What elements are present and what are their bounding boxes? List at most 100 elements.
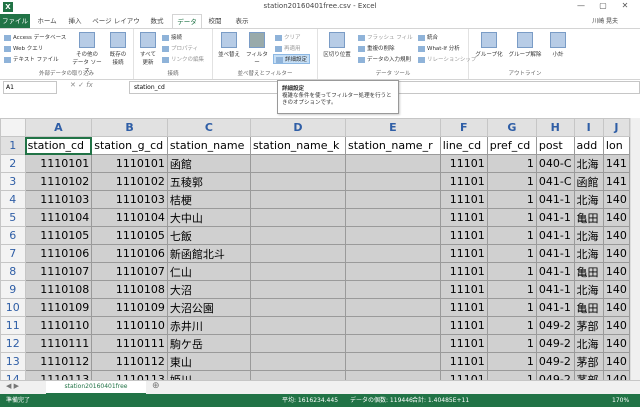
cell[interactable]: 041-C: [535, 172, 575, 191]
cell[interactable]: 140: [602, 370, 630, 380]
cell[interactable]: 040-C: [535, 154, 575, 173]
cell[interactable]: add: [573, 136, 604, 155]
cell[interactable]: [249, 316, 347, 335]
cell[interactable]: [345, 172, 441, 191]
cell[interactable]: 11101: [439, 208, 488, 227]
cell[interactable]: 1110113: [24, 370, 93, 380]
cell[interactable]: [249, 370, 347, 380]
group-button[interactable]: グループ化: [474, 32, 504, 58]
cell[interactable]: 大中山: [166, 208, 251, 227]
cell[interactable]: 1110111: [91, 334, 168, 353]
cell[interactable]: 1: [486, 208, 537, 227]
flash-fill-button[interactable]: フラッシュ フィル: [358, 33, 413, 41]
cell[interactable]: [345, 226, 441, 245]
column-header[interactable]: C: [166, 118, 251, 137]
cell[interactable]: 11101: [439, 190, 488, 209]
web-query-button[interactable]: Web クエリ: [4, 44, 43, 52]
cell[interactable]: 140: [602, 334, 630, 353]
clear-button[interactable]: クリア: [275, 33, 301, 41]
cell[interactable]: 北海: [573, 226, 604, 245]
tab-home[interactable]: ホーム: [33, 14, 61, 28]
cell[interactable]: 函館: [573, 172, 604, 191]
cell[interactable]: 140: [602, 316, 630, 335]
cell[interactable]: [345, 316, 441, 335]
column-header[interactable]: F: [439, 118, 488, 137]
cell[interactable]: 11101: [439, 172, 488, 191]
cell[interactable]: 1110106: [91, 244, 168, 263]
cell[interactable]: 1: [486, 280, 537, 299]
cell[interactable]: 140: [602, 262, 630, 281]
cell[interactable]: 1110101: [24, 154, 93, 173]
cell[interactable]: [249, 352, 347, 371]
cell[interactable]: 1: [486, 316, 537, 335]
row-header[interactable]: 7: [0, 244, 26, 263]
cell[interactable]: 141: [602, 172, 630, 191]
cell[interactable]: [249, 334, 347, 353]
cell[interactable]: 1110104: [24, 208, 93, 227]
cell[interactable]: 1: [486, 226, 537, 245]
cell[interactable]: [249, 190, 347, 209]
other-sources-button[interactable]: その他の データ ソース: [70, 32, 104, 74]
cell[interactable]: 1110107: [24, 262, 93, 281]
column-header[interactable]: G: [486, 118, 537, 137]
cell[interactable]: 1110111: [24, 334, 93, 353]
filter-button[interactable]: フィルター: [245, 32, 269, 66]
row-header[interactable]: 2: [0, 154, 26, 173]
cell[interactable]: 桔梗: [166, 190, 251, 209]
cell[interactable]: 1110108: [91, 280, 168, 299]
tab-file[interactable]: ファイル: [0, 14, 30, 28]
cell[interactable]: 1110102: [24, 172, 93, 191]
cell[interactable]: 茅部: [573, 370, 604, 380]
cell[interactable]: [345, 334, 441, 353]
consolidate-button[interactable]: 統合: [418, 33, 438, 41]
cell[interactable]: 1: [486, 262, 537, 281]
cell[interactable]: 11101: [439, 154, 488, 173]
cell[interactable]: 11101: [439, 352, 488, 371]
cell[interactable]: 11101: [439, 262, 488, 281]
cell[interactable]: 赤井川: [166, 316, 251, 335]
cell[interactable]: [345, 244, 441, 263]
cell[interactable]: 041-1: [535, 190, 575, 209]
add-sheet-icon[interactable]: ⊕: [152, 381, 160, 391]
cell[interactable]: 仁山: [166, 262, 251, 281]
cell[interactable]: 1: [486, 190, 537, 209]
zoom-level[interactable]: 170%: [612, 394, 629, 407]
row-header[interactable]: 8: [0, 262, 26, 281]
restore-button[interactable]: ▢: [594, 1, 612, 10]
cell-table[interactable]: ABCDEFGHIJ 1 station_cd station_g_cd statio…: [0, 118, 630, 380]
cell[interactable]: station_name_k: [249, 136, 347, 155]
cell[interactable]: [345, 262, 441, 281]
tab-data[interactable]: データ: [172, 14, 202, 29]
cell[interactable]: 亀田: [573, 262, 604, 281]
cell[interactable]: 049-2: [535, 370, 575, 380]
cell[interactable]: station_g_cd: [91, 136, 168, 155]
cell[interactable]: 140: [602, 280, 630, 299]
cell[interactable]: [249, 280, 347, 299]
cell[interactable]: 1110103: [24, 190, 93, 209]
subtotal-button[interactable]: 小計: [546, 32, 570, 58]
row-header[interactable]: 11: [0, 316, 26, 335]
cell[interactable]: 亀田: [573, 298, 604, 317]
cell[interactable]: 姫川: [166, 370, 251, 380]
cell[interactable]: 1110103: [91, 190, 168, 209]
cell[interactable]: 1110112: [91, 352, 168, 371]
cell[interactable]: pref_cd: [486, 136, 537, 155]
cell[interactable]: 11101: [439, 370, 488, 380]
vertical-scrollbar[interactable]: [630, 118, 640, 380]
cell[interactable]: [249, 172, 347, 191]
row-header[interactable]: 9: [0, 280, 26, 299]
cell[interactable]: 1: [486, 352, 537, 371]
row-header[interactable]: 4: [0, 190, 26, 209]
cell[interactable]: 11101: [439, 226, 488, 245]
sort-button[interactable]: 並べ替え: [217, 32, 241, 58]
cell[interactable]: 大沼公園: [166, 298, 251, 317]
cell[interactable]: station_cd: [24, 136, 93, 155]
cell[interactable]: 049-2: [535, 352, 575, 371]
cell[interactable]: 1: [486, 172, 537, 191]
cell[interactable]: [249, 262, 347, 281]
column-header[interactable]: B: [91, 118, 168, 137]
cell[interactable]: 11101: [439, 298, 488, 317]
cell[interactable]: [345, 208, 441, 227]
cell[interactable]: 1110110: [24, 316, 93, 335]
cell[interactable]: 1110110: [91, 316, 168, 335]
